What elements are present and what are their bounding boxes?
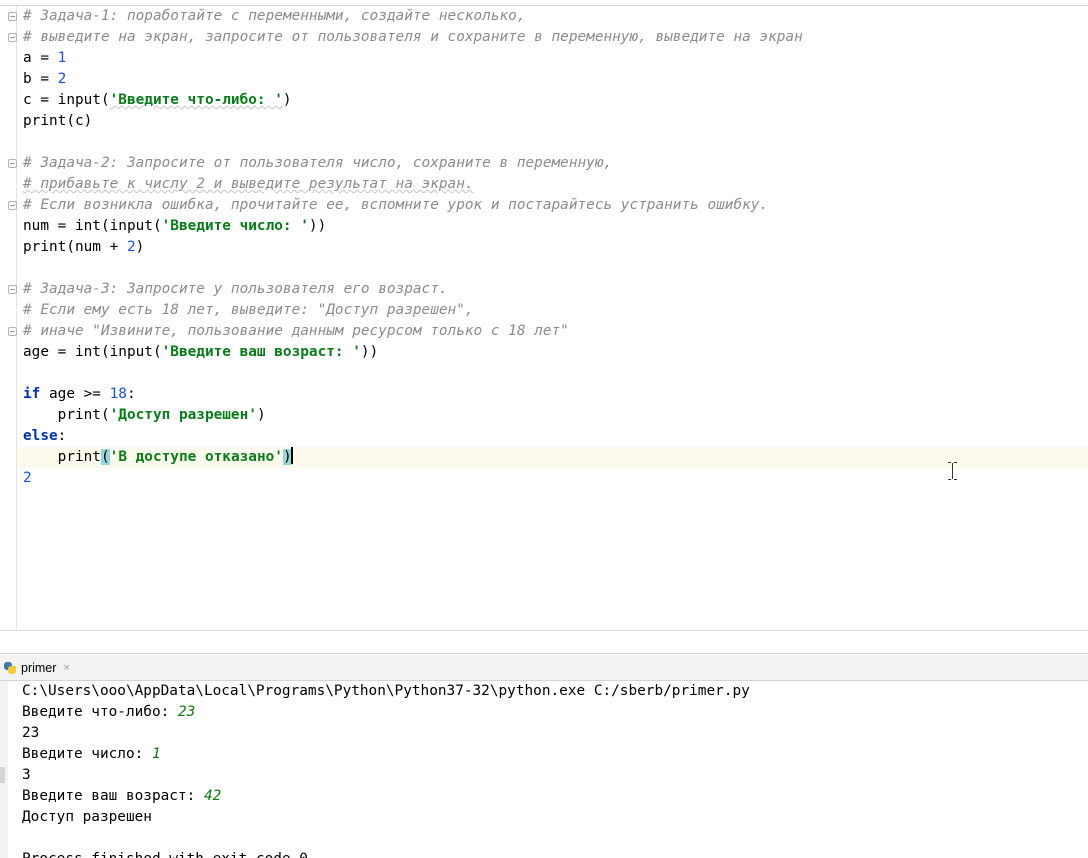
- string-literal: 'В доступе отказано': [109, 449, 283, 465]
- keyword: if: [23, 386, 41, 402]
- console-prompt: Введите что-либо:: [22, 704, 178, 720]
- code-line-2: # выведите на экран, запросите от пользо…: [23, 27, 1083, 48]
- code-line-20: print('Доступ разрешен'): [23, 405, 1083, 426]
- text-caret: [290, 447, 293, 464]
- run-tab-label: primer: [21, 660, 57, 675]
- fold-marker-icon[interactable]: [8, 159, 17, 168]
- console-output[interactable]: C:\Users\ooo\AppData\Local\Programs\Pyth…: [22, 681, 750, 858]
- keyword: else: [23, 428, 58, 444]
- comment: # выведите на экран, запросите от пользо…: [23, 29, 803, 45]
- run-tab-primer[interactable]: primer ×: [0, 655, 78, 680]
- code-line-22: print('В доступе отказано'): [23, 447, 1083, 468]
- string-literal: 'Введите что-либо: ': [109, 92, 283, 108]
- text-cursor-icon: [948, 462, 957, 480]
- panel-splitter[interactable]: [0, 630, 1088, 654]
- code-text: a =: [23, 50, 58, 66]
- code-text: )): [308, 218, 327, 234]
- code-text: print(c): [23, 113, 93, 129]
- fold-marker-icon[interactable]: [8, 33, 17, 42]
- console-prompt: Введите число:: [22, 746, 152, 762]
- string-literal: 'Доступ разрешен': [109, 407, 257, 423]
- string-literal: 'Введите число: ': [161, 218, 309, 234]
- console-user-input: 1: [151, 746, 161, 762]
- close-icon[interactable]: ×: [63, 662, 69, 674]
- comment: # иначе "Извините, пользование данным ре…: [23, 323, 569, 339]
- code-line-4: b = 2: [23, 69, 1083, 90]
- code-line-11: num = int(input('Введите число: ')): [23, 216, 1083, 237]
- fold-marker-icon[interactable]: [8, 327, 17, 336]
- console-user-input: 23: [177, 704, 196, 720]
- console-line: Введите что-либо: 23: [22, 702, 750, 723]
- console-line: 3: [22, 767, 31, 783]
- console-line: Доступ разрешен: [22, 809, 152, 825]
- console-prompt: Введите ваш возраст:: [22, 788, 204, 804]
- number-literal: 2: [57, 71, 67, 87]
- console-line: Process finished with exit code 0: [22, 849, 750, 858]
- number-literal: 2: [126, 239, 136, 255]
- code-text: print: [23, 449, 101, 465]
- console-line: 23: [22, 725, 40, 741]
- string-literal: 'Введите ваш возраст: ': [161, 344, 361, 360]
- console-line: Введите ваш возраст: 42: [22, 786, 750, 807]
- console-scroll-marker: [0, 767, 5, 783]
- run-tool-window-tabbar: primer ×: [0, 655, 1088, 681]
- code-editor[interactable]: # Задача-1: поработайте с переменными, с…: [0, 0, 1088, 630]
- code-line-5: c = input('Введите что-либо: '): [23, 90, 1083, 111]
- run-console[interactable]: C:\Users\ooo\AppData\Local\Programs\Pyth…: [0, 681, 1088, 858]
- comment: # Если возникла ошибка, прочитайте ее, в…: [23, 197, 769, 213]
- number-literal: 1: [57, 50, 67, 66]
- code-text: print(: [23, 407, 110, 423]
- code-line-6: print(c): [23, 111, 1083, 132]
- code-text: print(num +: [23, 239, 127, 255]
- code-text: :: [57, 428, 67, 444]
- code-line-16: # иначе "Извините, пользование данным ре…: [23, 321, 1083, 342]
- matched-brace: (: [100, 449, 110, 465]
- code-line-12: print(num + 2): [23, 237, 1083, 258]
- fold-marker-icon[interactable]: [8, 12, 17, 21]
- console-user-input: 42: [203, 788, 222, 804]
- code-text: ): [256, 407, 266, 423]
- number-literal: 2: [23, 470, 32, 486]
- comment: # прибавьте к числу 2 и выведите результ…: [23, 176, 474, 192]
- code-area[interactable]: # Задача-1: поработайте с переменными, с…: [23, 6, 1083, 489]
- code-line-15: # Если ему есть 18 лет, выведите: "Досту…: [23, 300, 1083, 321]
- code-line-14: # Задача-3: Запросите у пользователя его…: [23, 279, 1083, 300]
- fold-marker-icon[interactable]: [8, 285, 17, 294]
- comment: # Задача-2: Запросите от пользователя чи…: [23, 155, 613, 171]
- code-text: b =: [23, 71, 58, 87]
- code-text: )): [360, 344, 379, 360]
- comment: # Задача-3: Запросите у пользователя его…: [23, 281, 448, 297]
- code-line-3: a = 1: [23, 48, 1083, 69]
- comment: # Задача-1: поработайте с переменными, с…: [23, 8, 526, 24]
- code-text: age = int(input(: [23, 344, 162, 360]
- code-text: age >=: [40, 386, 110, 402]
- code-line-19: if age >= 18:: [23, 384, 1083, 405]
- code-line-1: # Задача-1: поработайте с переменными, с…: [23, 6, 1083, 27]
- code-line-8: # Задача-2: Запросите от пользователя чи…: [23, 153, 1083, 174]
- console-toolbar-strip: [0, 681, 8, 858]
- code-text: num = int(input(: [23, 218, 162, 234]
- number-literal: 18: [109, 386, 127, 402]
- code-text: :: [126, 386, 136, 402]
- code-text: c = input(: [23, 92, 110, 108]
- code-text: ): [282, 92, 292, 108]
- comment: # Если ему есть 18 лет, выведите: "Досту…: [23, 302, 474, 318]
- code-line-9: # прибавьте к числу 2 и выведите результ…: [23, 174, 1083, 195]
- code-text: ): [135, 239, 145, 255]
- python-icon: [4, 661, 16, 674]
- editor-gutter: [0, 6, 17, 630]
- console-line: C:\Users\ooo\AppData\Local\Programs\Pyth…: [22, 683, 750, 699]
- code-line-10: # Если возникла ошибка, прочитайте ее, в…: [23, 195, 1083, 216]
- code-line-21: else:: [23, 426, 1083, 447]
- code-line-17: age = int(input('Введите ваш возраст: ')…: [23, 342, 1083, 363]
- console-line: Введите число: 1: [22, 744, 750, 765]
- fold-marker-icon[interactable]: [8, 201, 17, 210]
- code-line-23: 2: [23, 468, 1083, 489]
